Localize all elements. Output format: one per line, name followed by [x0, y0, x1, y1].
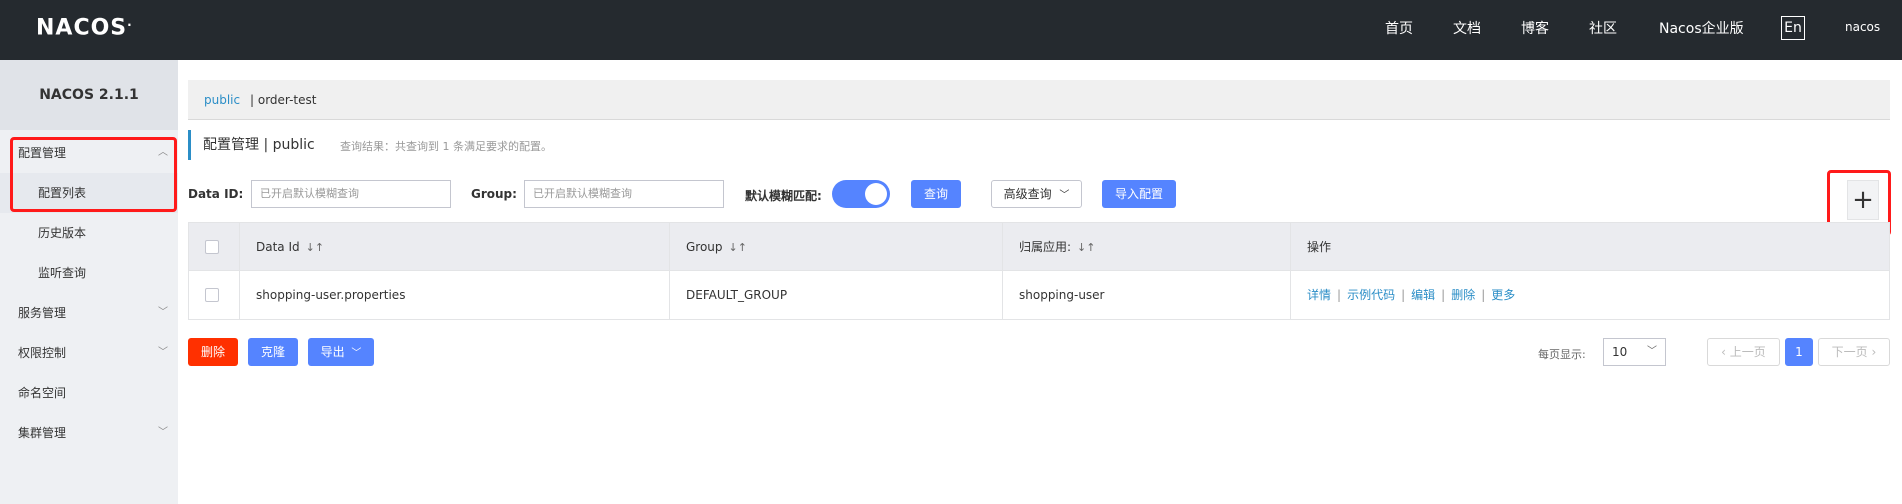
group-label: Group: — [471, 187, 517, 201]
nav-blog[interactable]: 博客 — [1521, 18, 1549, 38]
query-result-text: 查询结果：共查询到 1 条满足要求的配置。 — [340, 140, 552, 153]
top-bar: NACOS. 首页 文档 博客 社区 Nacos企业版 En nacos — [0, 0, 1902, 60]
column-header-label: Group — [686, 240, 723, 254]
chevron-down-icon: ﹀ — [158, 307, 168, 318]
column-header-data-id[interactable]: Data Id ↓↑ — [240, 223, 670, 271]
separator: | — [1337, 288, 1342, 302]
edit-link[interactable]: 编辑 — [1411, 288, 1435, 302]
sidebar-item-listener-query[interactable]: 监听查询 — [0, 253, 178, 293]
prev-page-label: 上一页 — [1729, 345, 1766, 359]
chevron-down-icon: ﹀ — [158, 427, 168, 438]
sidebar-item-label: 历史版本 — [38, 226, 87, 240]
separator: | — [1481, 288, 1486, 302]
cell-actions: 详情 | 示例代码 | 编辑 | 删除 | 更多 — [1291, 271, 1889, 319]
chevron-right-icon: › — [1867, 345, 1877, 359]
table-row: shopping-user.properties DEFAULT_GROUP s… — [189, 271, 1889, 319]
highlight-box-sidebar — [10, 137, 177, 212]
per-page-value: 10 — [1612, 345, 1628, 359]
sidebar-item-label: 权限控制 — [18, 346, 67, 360]
chevron-down-icon: ﹀ — [158, 347, 168, 358]
sidebar: NACOS 2.1.1 配置管理 ︿ 配置列表 历史版本 监听查询 服务管理 ﹀… — [0, 60, 178, 504]
bulk-export-button[interactable]: 导出 ﹀ — [308, 338, 374, 366]
data-id-label: Data ID: — [188, 187, 244, 201]
sidebar-item-label: 集群管理 — [18, 426, 67, 440]
sort-icon[interactable]: ↓↑ — [306, 241, 324, 254]
sidebar-item-history[interactable]: 历史版本 — [0, 213, 178, 253]
sidebar-item-label: 服务管理 — [18, 306, 67, 320]
delete-link[interactable]: 删除 — [1451, 288, 1475, 302]
row-select-cell — [189, 271, 240, 319]
detail-link[interactable]: 详情 — [1307, 288, 1331, 302]
cell-app: shopping-user — [1003, 271, 1291, 319]
sample-code-link[interactable]: 示例代码 — [1347, 288, 1395, 302]
page-title: 配置管理 | public — [188, 130, 315, 160]
next-page-label: 下一页 — [1831, 345, 1868, 359]
separator: | — [1441, 288, 1446, 302]
nacos-logo[interactable]: NACOS. — [36, 15, 133, 40]
import-config-button[interactable]: 导入配置 — [1102, 180, 1176, 208]
language-toggle-button[interactable]: En — [1781, 16, 1805, 40]
sidebar-item-namespace[interactable]: 命名空间 — [0, 373, 178, 413]
logo-text: NACOS — [36, 15, 128, 41]
logo-dot: . — [127, 15, 133, 29]
bulk-clone-button[interactable]: 克隆 — [248, 338, 298, 366]
nav-enterprise[interactable]: Nacos企业版 — [1659, 18, 1744, 38]
per-page-select[interactable]: 10 ﹀ — [1603, 338, 1666, 366]
table-header-row: Data Id ↓↑ Group ↓↑ 归属应用: ↓↑ 操作 — [189, 223, 1889, 271]
more-link[interactable]: 更多 — [1491, 288, 1515, 302]
fuzzy-match-toggle[interactable] — [832, 180, 890, 208]
chevron-left-icon: ‹ — [1721, 345, 1730, 359]
nav-community[interactable]: 社区 — [1589, 18, 1617, 38]
namespace-bar: public | order-test — [188, 80, 1890, 120]
namespace-public[interactable]: public — [204, 93, 240, 107]
config-table: Data Id ↓↑ Group ↓↑ 归属应用: ↓↑ 操作 shopping-us… — [188, 222, 1890, 320]
sidebar-item-label: 监听查询 — [38, 266, 87, 280]
chevron-down-icon: ﹀ — [351, 348, 362, 359]
column-header-label: 操作 — [1307, 240, 1332, 254]
sidebar-item-access-control[interactable]: 权限控制 ﹀ — [0, 333, 178, 373]
cell-data-id: shopping-user.properties — [240, 271, 670, 319]
sort-icon[interactable]: ↓↑ — [1077, 241, 1095, 254]
namespace-order-test[interactable]: | order-test — [250, 93, 316, 107]
next-page-button[interactable]: 下一页 › — [1818, 338, 1890, 366]
prev-page-button[interactable]: ‹ 上一页 — [1707, 338, 1780, 366]
cell-group: DEFAULT_GROUP — [670, 271, 1003, 319]
group-input[interactable]: 已开启默认模糊查询 — [524, 180, 724, 208]
chevron-down-icon: ﹀ — [1647, 346, 1657, 357]
column-header-label: 归属应用: — [1019, 240, 1072, 254]
sidebar-item-cluster-management[interactable]: 集群管理 ﹀ — [0, 413, 178, 453]
advanced-query-button[interactable]: 高级查询 ﹀ — [991, 180, 1082, 208]
select-all-cell — [189, 223, 240, 271]
user-name[interactable]: nacos — [1845, 20, 1880, 34]
toggle-knob — [865, 183, 887, 205]
export-label: 导出 — [320, 345, 345, 359]
bulk-delete-button[interactable]: 删除 — [188, 338, 238, 366]
query-button[interactable]: 查询 — [911, 180, 961, 208]
sidebar-item-service-management[interactable]: 服务管理 ﹀ — [0, 293, 178, 333]
separator: | — [1401, 288, 1406, 302]
select-all-checkbox[interactable] — [205, 240, 219, 254]
advanced-query-label: 高级查询 — [1003, 187, 1052, 201]
nav-home[interactable]: 首页 — [1385, 18, 1413, 38]
column-header-actions: 操作 — [1291, 223, 1889, 271]
column-header-label: Data Id — [256, 240, 300, 254]
sidebar-item-label: 命名空间 — [18, 386, 67, 400]
chevron-down-icon: ﹀ — [1059, 190, 1070, 201]
per-page-label: 每页显示: — [1538, 348, 1586, 361]
column-header-app[interactable]: 归属应用: ↓↑ — [1003, 223, 1291, 271]
nav-docs[interactable]: 文档 — [1453, 18, 1481, 38]
data-id-input[interactable]: 已开启默认模糊查询 — [251, 180, 451, 208]
add-config-button[interactable]: + — [1847, 180, 1879, 220]
column-header-group[interactable]: Group ↓↑ — [670, 223, 1003, 271]
sort-icon[interactable]: ↓↑ — [729, 241, 747, 254]
version-label: NACOS 2.1.1 — [0, 60, 178, 130]
row-checkbox[interactable] — [205, 288, 219, 302]
page-1-button[interactable]: 1 — [1785, 338, 1813, 366]
fuzzy-match-label: 默认模糊匹配: — [745, 189, 822, 203]
